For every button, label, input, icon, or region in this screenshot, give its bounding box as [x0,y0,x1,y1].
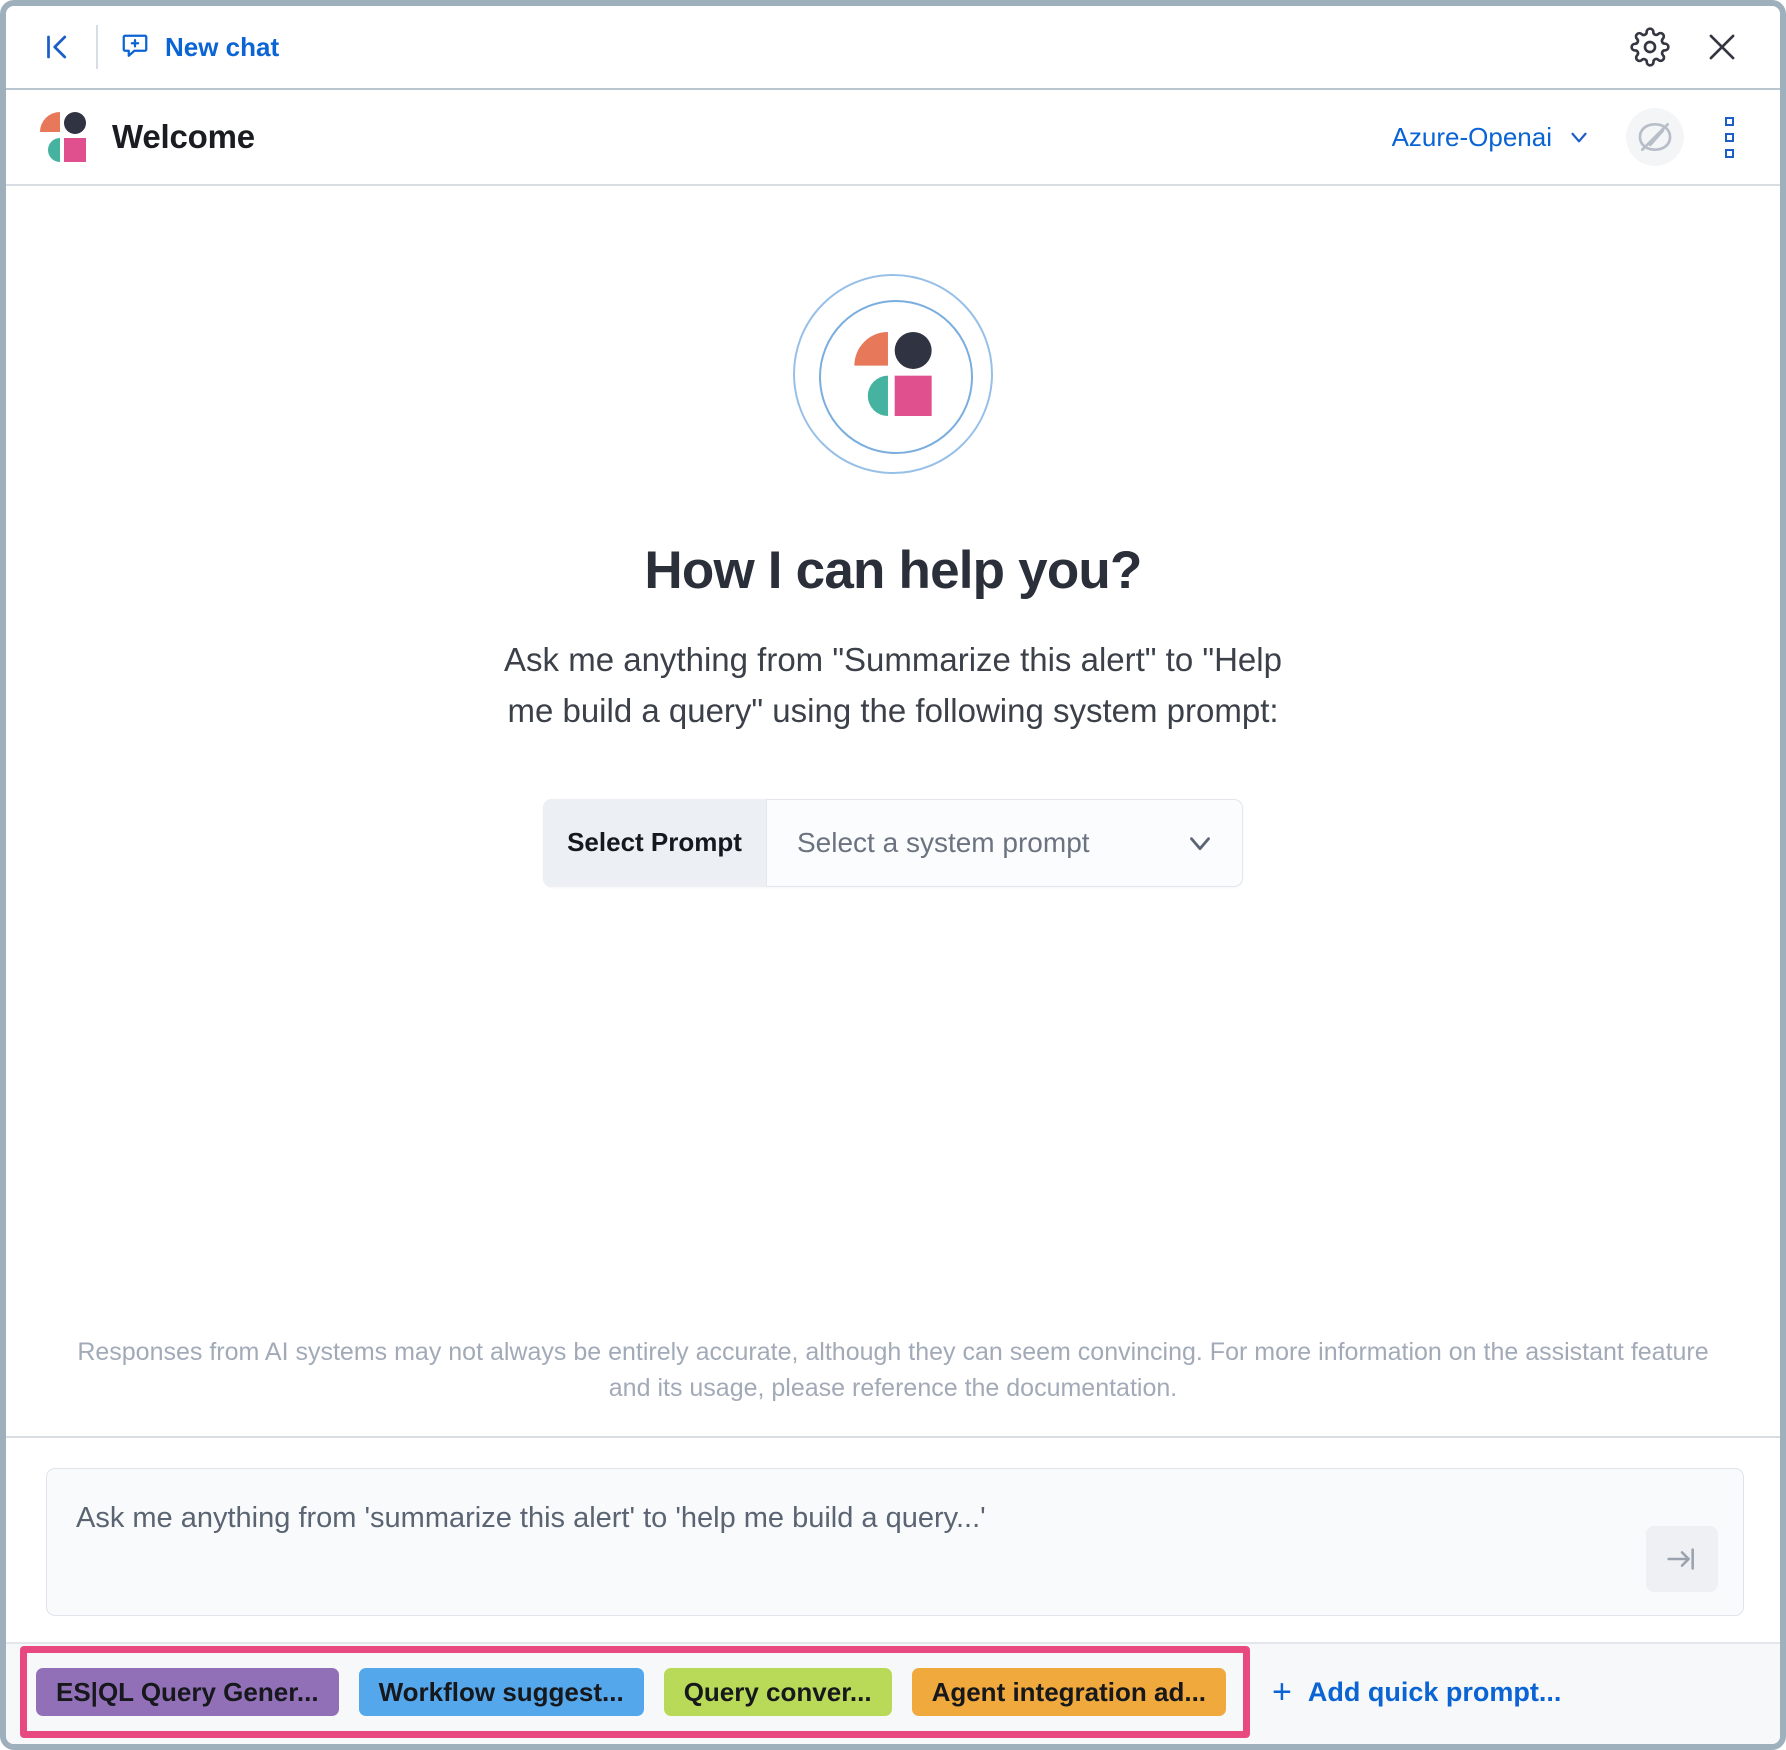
plus-icon: + [1272,1673,1292,1711]
quick-prompt-label: Workflow suggest... [378,1676,624,1707]
composer: Ask me anything from 'summarize this ale… [6,1438,1780,1642]
empty-state-title: How I can help you? [644,541,1142,600]
close-icon[interactable] [1694,19,1750,75]
assistant-logo-large-icon [854,332,932,416]
new-chat-button[interactable]: New chat [120,32,279,63]
chat-input-wrapper[interactable]: Ask me anything from 'summarize this ale… [46,1468,1744,1616]
assistant-avatar-icon [793,274,993,474]
dot [1724,116,1734,126]
quick-prompt-chip[interactable]: Query conver... [663,1668,892,1716]
window-toolbar: New chat [6,6,1780,90]
new-comment-icon [120,32,150,62]
empty-state: How I can help you? Ask me anything from… [6,186,1780,1335]
collapse-panel-icon[interactable] [34,25,78,69]
add-quick-prompt-button[interactable]: + Add quick prompt... [1272,1675,1561,1709]
quick-prompt-chip[interactable]: ES|QL Query Gener... [36,1668,339,1716]
chat-input-placeholder: Ask me anything from 'summarize this ale… [76,1502,986,1534]
empty-state-subtitle: Ask me anything from "Summarize this ale… [504,641,1282,729]
assistant-window: New chat Welcome Azure-Openai How I can … [0,0,1786,1750]
quick-prompt-label: Query conver... [683,1676,872,1707]
connector-selector[interactable]: Azure-Openai [1392,122,1592,153]
vertical-dots-icon[interactable] [1706,108,1752,166]
dot [1724,132,1734,142]
quick-prompts-bar: ES|QL Query Gener... Workflow suggest...… [6,1642,1780,1744]
dot [1724,148,1734,158]
add-quick-prompt-label: Add quick prompt... [1307,1676,1562,1707]
quick-prompt-label: ES|QL Query Gener... [56,1676,319,1707]
ai-disclaimer: Responses from AI systems may not always… [77,1338,1709,1402]
assistant-logo-icon [40,112,86,162]
quick-prompt-chip[interactable]: Agent integration ad... [911,1668,1227,1716]
chevron-down-icon [1183,826,1217,860]
new-chat-label: New chat [165,31,280,62]
quick-prompt-label: Agent integration ad... [931,1676,1207,1707]
submit-arrow-icon[interactable] [1646,1526,1718,1592]
select-prompt-label: Select Prompt [543,798,767,887]
quick-prompt-chip[interactable]: Workflow suggest... [358,1668,644,1716]
system-prompt-placeholder: Select a system prompt [797,826,1090,858]
connector-name: Azure-Openai [1391,121,1552,152]
chevron-down-icon [1566,124,1592,150]
system-prompt-combobox[interactable]: Select a system prompt [767,799,1243,887]
conversation-area: How I can help you? Ask me anything from… [6,186,1780,1744]
eye-slash-icon[interactable] [1626,108,1684,166]
gear-icon[interactable] [1622,19,1678,75]
page-title: Welcome [112,118,255,155]
assistant-header: Welcome Azure-Openai [6,90,1780,186]
toolbar-divider [96,25,98,69]
system-prompt-selector[interactable]: Select Prompt Select a system prompt [543,798,1243,887]
quick-prompts-section: ES|QL Query Gener... Workflow suggest...… [6,1642,1780,1744]
